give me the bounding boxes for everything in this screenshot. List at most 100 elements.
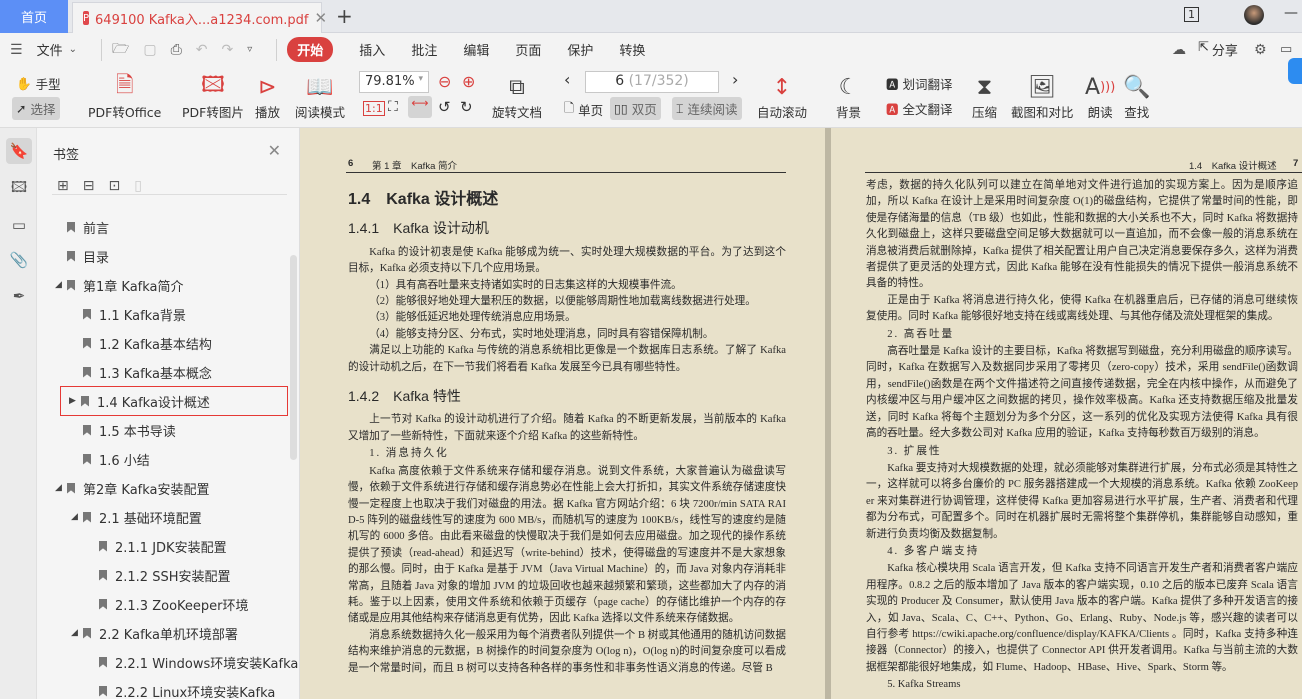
page-number-input[interactable]: 6 (17/352) <box>585 71 719 93</box>
zoom-in-icon[interactable]: ⊕ <box>462 72 475 91</box>
word-translate-button[interactable]: 🅰划词翻译 <box>882 72 957 95</box>
bookmark-item[interactable]: 前言 <box>55 213 109 241</box>
bookmark-item[interactable]: 1.5 本书导读 <box>71 416 176 444</box>
menu-convert[interactable]: 转换 <box>619 40 645 59</box>
expand-arrow-icon[interactable]: ◢ <box>55 483 67 493</box>
expand-arrow-icon[interactable]: ▶ <box>69 396 81 406</box>
share-button[interactable]: ⇱分享 <box>1198 40 1238 59</box>
thumbnail-icon[interactable]: 🖾 <box>6 176 32 202</box>
previous-page-button[interactable]: ‹ <box>564 70 570 89</box>
bookmark-item[interactable]: ◢2.2 Kafka单机环境部署 <box>71 619 238 647</box>
avatar[interactable] <box>1244 5 1264 25</box>
read-aloud-button[interactable]: A)))朗读 <box>1085 72 1115 121</box>
expand-arrow-icon[interactable]: ◢ <box>71 512 83 522</box>
find-button[interactable]: 🔍查找 <box>1123 72 1150 121</box>
page-total: (17/352) <box>624 73 689 89</box>
menu-edit[interactable]: 编辑 <box>463 40 489 59</box>
read-mode-button[interactable]: 📖阅读模式 <box>295 72 345 121</box>
hand-tool-button[interactable]: ✋手型 <box>12 72 65 95</box>
screenshot-compare-button[interactable]: 🖼截图和对比 <box>1011 72 1074 121</box>
tab-document[interactable]: P 649100 Kafka入...a1234.com.pdf ✕ <box>72 2 322 33</box>
save-icon[interactable]: ▢ <box>143 42 156 58</box>
bookmark-item[interactable]: 目录 <box>55 242 109 270</box>
menu-annotate[interactable]: 批注 <box>411 40 437 59</box>
bookmark-panel-icon[interactable]: 🔖 <box>6 138 32 164</box>
actual-size-icon[interactable]: 1:1 <box>363 101 385 116</box>
scrollbar[interactable] <box>290 255 297 460</box>
chevron-down-icon[interactable]: ⌄ <box>69 44 77 55</box>
bookmark-item[interactable]: 1.1 Kafka背景 <box>71 300 186 328</box>
bookmark-item[interactable]: ▶1.4 Kafka设计概述 <box>61 387 287 415</box>
close-tab-icon[interactable]: ✕ <box>314 9 327 27</box>
bookmark-label: 2.1.1 JDK安装配置 <box>115 537 227 556</box>
bookmark-label: 1.2 Kafka基本结构 <box>99 334 212 353</box>
continuous-read-button[interactable]: ⌶连续阅读 <box>672 97 742 120</box>
zoom-select[interactable]: 79.81%▾ <box>359 71 429 93</box>
attachment-icon[interactable]: 📎 <box>6 247 32 273</box>
bookmark-icon <box>81 396 89 407</box>
expand-arrow-icon[interactable]: ◢ <box>55 280 67 290</box>
menu-page[interactable]: 页面 <box>515 40 541 59</box>
close-icon[interactable]: ✕ <box>268 141 281 160</box>
gear-icon[interactable]: ⚙ <box>1254 42 1267 58</box>
cloud-sync-icon[interactable]: ☁ <box>1172 42 1186 58</box>
rotate-right-icon[interactable]: ↻ <box>460 98 473 116</box>
fit-width-icon[interactable]: ⟷ <box>408 96 432 118</box>
signature-icon[interactable]: ✒ <box>6 283 32 309</box>
bookmark-item[interactable]: 1.2 Kafka基本结构 <box>71 329 212 357</box>
bookmark-item[interactable]: ◢ 第1章 Kafka简介 <box>55 271 184 299</box>
redo-icon[interactable]: ↷ <box>222 42 234 58</box>
feedback-icon[interactable]: ▭ <box>1280 42 1292 57</box>
header-rule <box>346 172 786 173</box>
next-page-button[interactable]: › <box>732 70 738 89</box>
double-page-button[interactable]: ▯▯双页 <box>610 97 661 120</box>
minimize-button[interactable]: — <box>1284 5 1298 21</box>
menu-protect[interactable]: 保护 <box>567 40 593 59</box>
bookmark-item[interactable]: 2.2.2 Linux环境安装Kafka <box>87 677 275 699</box>
menu-start[interactable]: 开始 <box>287 37 333 62</box>
print-icon[interactable]: ⎙ <box>171 42 182 58</box>
zoom-out-icon[interactable]: ⊖ <box>438 72 451 91</box>
play-button[interactable]: ⊳播放 <box>255 72 280 121</box>
paragraph: Kafka 高度依赖于文件系统来存储和缓存消息。说到文件系统，大家普遍认为磁盘读… <box>348 464 786 628</box>
menu-file[interactable]: 文件 <box>37 40 63 59</box>
continuous-icon: ⌶ <box>676 101 684 117</box>
rotate-left-icon[interactable]: ↺ <box>438 98 451 116</box>
word-translate-label: 划词翻译 <box>903 74 953 93</box>
bookmark-label: 第1章 Kafka简介 <box>83 276 184 295</box>
open-folder-icon[interactable]: 🗁 <box>112 38 129 62</box>
compress-button[interactable]: ⧗压缩 <box>972 72 997 121</box>
hamburger-icon[interactable]: ☰ <box>10 42 23 58</box>
pdf-to-office-button[interactable]: 🗎PDF转Office <box>88 72 161 121</box>
bookmark-item[interactable]: ◢2.1 基础环境配置 <box>71 503 202 531</box>
delete-bookmark-icon[interactable]: ▯ <box>134 178 142 194</box>
screenshot-compare-label: 截图和对比 <box>1011 102 1074 121</box>
more-icon[interactable]: ▿ <box>247 44 252 55</box>
feature-heading: 2. 高吞吐量 <box>866 327 1298 343</box>
undo-icon[interactable]: ↶ <box>196 42 208 58</box>
comment-icon[interactable]: ▭ <box>6 212 32 238</box>
bookmark-item[interactable]: 2.1.2 SSH安装配置 <box>87 561 231 589</box>
window-count-badge[interactable]: 1 <box>1184 7 1199 22</box>
bookmark-item[interactable]: 1.6 小结 <box>71 445 150 473</box>
bookmark-item[interactable]: 2.1.3 ZooKeeper环境 <box>87 590 249 618</box>
single-page-button[interactable]: 🗋单页 <box>560 97 607 122</box>
expand-arrow-icon[interactable]: ◢ <box>71 628 83 638</box>
auto-scroll-button[interactable]: ↕自动滚动 <box>757 72 807 121</box>
new-tab-button[interactable]: + <box>336 4 353 28</box>
collapse-all-icon[interactable]: ⊟ <box>83 178 95 194</box>
select-tool-button[interactable]: ➚选择 <box>12 97 60 120</box>
rotate-document-button[interactable]: ⧉旋转文档 <box>492 72 542 121</box>
bookmark-item[interactable]: 2.1.1 JDK安装配置 <box>87 532 227 560</box>
bookmark-item[interactable]: ◢第2章 Kafka安装配置 <box>55 474 210 502</box>
bookmark-item[interactable]: 2.2.1 Windows环境安装Kafka <box>87 648 298 676</box>
pdf-to-image-button[interactable]: 🖾PDF转图片 <box>182 72 244 121</box>
add-bookmark-icon[interactable]: ⊡ <box>108 178 120 194</box>
tab-home[interactable]: 首页 <box>0 0 68 33</box>
fit-page-icon[interactable]: ⛶ <box>388 99 398 115</box>
expand-all-icon[interactable]: ⊞ <box>57 178 69 194</box>
bookmark-item[interactable]: 1.3 Kafka基本概念 <box>71 358 212 386</box>
menu-insert[interactable]: 插入 <box>359 40 385 59</box>
background-button[interactable]: ☾背景 <box>836 72 861 121</box>
full-translate-button[interactable]: 🅰全文翻译 <box>882 97 957 120</box>
